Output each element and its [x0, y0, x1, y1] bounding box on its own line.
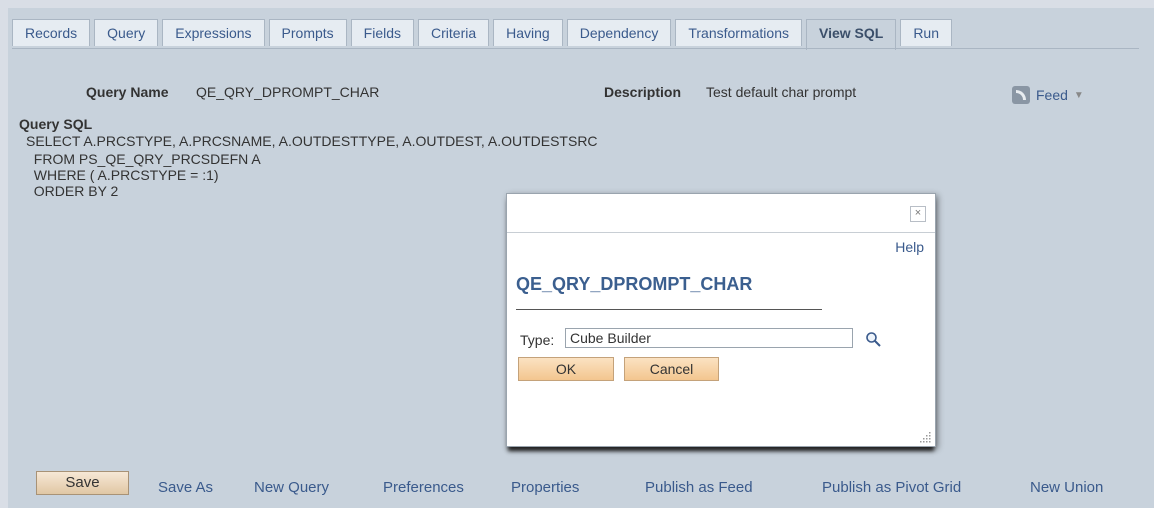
description-value: Test default char prompt	[706, 84, 857, 100]
feed-label: Feed	[1036, 87, 1068, 103]
new-query-link[interactable]: New Query	[254, 479, 329, 496]
tab-expressions[interactable]: Expressions	[162, 19, 265, 46]
tab-divider	[12, 48, 1139, 49]
tab-transformations[interactable]: Transformations	[675, 19, 802, 46]
tab-prompts[interactable]: Prompts	[268, 19, 347, 46]
sql-line: FROM PS_QE_QRY_PRCSDEFN A	[26, 151, 261, 167]
tab-criteria[interactable]: Criteria	[418, 19, 490, 46]
description-label: Description	[604, 84, 682, 100]
tab-run[interactable]: Run	[900, 19, 952, 46]
sql-line: WHERE ( A.PRCSTYPE = :1)	[26, 167, 219, 183]
tab-having[interactable]: Having	[493, 19, 563, 46]
tab-records[interactable]: Records	[12, 19, 91, 46]
rss-icon	[1012, 86, 1030, 104]
sql-line: SELECT A.PRCSTYPE, A.PRCSNAME, A.OUTDEST…	[26, 133, 598, 149]
type-label: Type:	[520, 332, 555, 348]
search-icon[interactable]	[865, 331, 881, 347]
tab-dependency[interactable]: Dependency	[566, 19, 672, 46]
help-link[interactable]: Help	[895, 239, 924, 255]
close-icon[interactable]: ×	[910, 206, 926, 222]
cancel-button[interactable]: Cancel	[624, 357, 719, 381]
save-button[interactable]: Save	[36, 471, 129, 495]
type-input[interactable]	[565, 328, 853, 348]
dialog-header: ×	[507, 194, 935, 233]
sql-line: ORDER BY 2	[26, 183, 119, 199]
publish-as-pivot-grid-link[interactable]: Publish as Pivot Grid	[822, 479, 961, 496]
properties-link[interactable]: Properties	[511, 479, 579, 496]
query-name-value: QE_QRY_DPROMPT_CHAR	[196, 84, 380, 100]
title-underline	[516, 309, 822, 310]
save-as-link[interactable]: Save As	[158, 479, 213, 496]
query-sql-label: Query SQL	[19, 116, 93, 132]
feed-menu[interactable]: Feed ▼	[1012, 86, 1084, 104]
tab-view-sql[interactable]: View SQL	[805, 19, 897, 50]
ok-button[interactable]: OK	[518, 357, 614, 381]
chevron-down-icon: ▼	[1073, 89, 1084, 101]
preferences-link[interactable]: Preferences	[383, 479, 464, 496]
dialog-title: QE_QRY_DPROMPT_CHAR	[516, 274, 753, 294]
tab-bar: Records Query Expressions Prompts Fields…	[12, 19, 956, 50]
new-union-link[interactable]: New Union	[1030, 479, 1103, 496]
publish-as-feed-link[interactable]: Publish as Feed	[645, 479, 753, 496]
resize-grip-icon[interactable]	[920, 431, 932, 443]
query-name-label: Query Name	[86, 84, 169, 100]
tab-fields[interactable]: Fields	[350, 19, 415, 46]
tab-query[interactable]: Query	[94, 19, 159, 46]
prompt-dialog: × Help QE_QRY_DPROMPT_CHAR Type: OK Canc…	[506, 193, 936, 447]
